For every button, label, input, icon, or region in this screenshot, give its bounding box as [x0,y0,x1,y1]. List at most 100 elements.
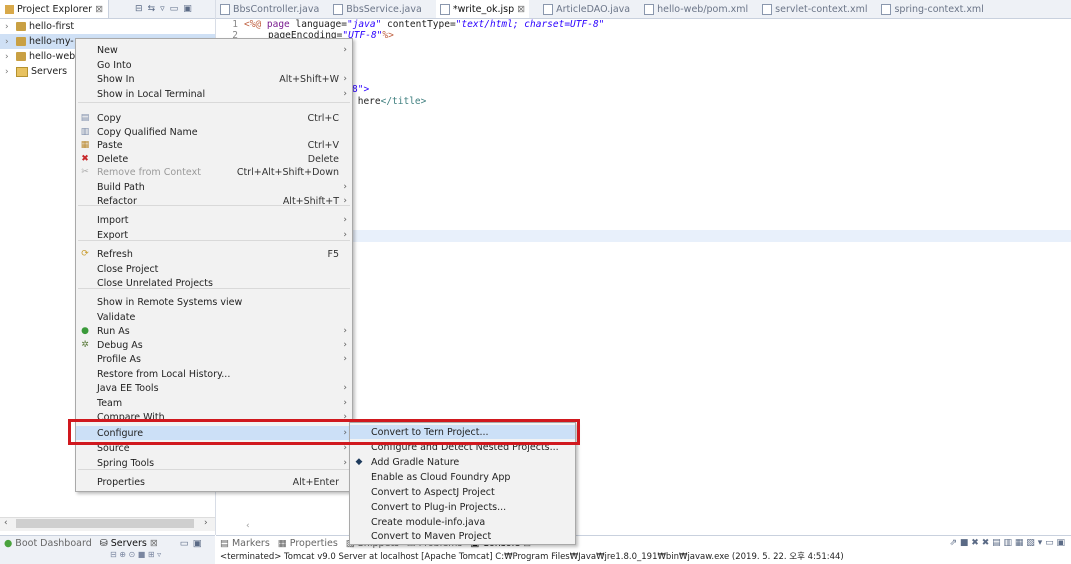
menu-item-close-project[interactable]: Close Project [76,262,352,276]
minimize-icon[interactable]: ▭ [170,4,179,14]
tab-label: *write_ok.jsp [452,3,515,15]
menu-item-label: Validate [97,311,136,323]
project-explorer-tab[interactable]: Project Explorer ⊠ [0,0,110,18]
menu-item-show-in-remote-systems-view[interactable]: Show in Remote Systems view [76,295,352,309]
menu-item-delete[interactable]: ✖ Delete Delete [76,152,352,166]
menu-item-copy[interactable]: ▤ Copy Ctrl+C [76,111,352,125]
publish-icon[interactable]: ⊞ [148,550,155,559]
tree-item-label: hello-my- [29,36,74,47]
maximize-icon[interactable]: ▣ [1056,538,1065,548]
menu-item-import[interactable]: Import › [76,213,352,227]
open-console-icon[interactable]: ▾ [1038,538,1043,548]
minimize-icon[interactable]: ▭ [1045,538,1054,548]
submenu-item-convert-to-maven-project[interactable]: Convert to Maven Project [350,529,575,543]
scroll-right-icon[interactable]: › [204,518,208,528]
chevron-right-icon: › [343,354,347,364]
pin-icon[interactable]: ⇗ [949,538,957,548]
menu-item-build-path[interactable]: Build Path › [76,180,352,194]
tree-item-hello-first[interactable]: › hello-first [0,19,215,34]
code-fragment: 8"> [352,84,370,95]
chevron-right-icon[interactable]: › [5,22,13,32]
console-toolbar: ⇗ ■ ✖ ✖ ▤ ▥ ▦ ▧ ▾ ▭ ▣ [949,538,1065,548]
show-stdout-icon[interactable]: ▦ [1015,538,1024,548]
submenu-item-add-gradle-nature[interactable]: ◆ Add Gradle Nature [350,455,575,469]
tab-markers[interactable]: ▤ Markers [220,538,270,549]
close-icon[interactable]: ⊠ [517,4,525,15]
menu-item-profile-as[interactable]: Profile As › [76,352,352,366]
tab-properties[interactable]: ▦ Properties [278,538,338,549]
menu-item-restore-from-local-history[interactable]: Restore from Local History... [76,367,352,381]
chevron-right-icon[interactable]: › [5,52,13,62]
word-wrap-icon[interactable]: ▥ [1004,538,1013,548]
menu-separator [78,205,350,206]
maximize-icon[interactable]: ▣ [183,4,192,14]
tab-servers[interactable]: ⛁ Servers ⊠ [100,538,158,549]
menu-item-paste[interactable]: ▦ Paste Ctrl+V [76,138,352,152]
scroll-left-icon[interactable]: ‹ [246,521,250,531]
menu-item-label: Java EE Tools [97,382,159,394]
stop-icon[interactable]: ■ [960,538,969,548]
jsp-directive: <%@ [244,19,262,30]
chevron-right-icon[interactable]: › [5,37,13,47]
submenu-item-convert-to-aspectj-project[interactable]: Convert to AspectJ Project [350,485,575,499]
minimize-icon[interactable]: ▭ [180,538,189,549]
scrollbar-thumb[interactable] [16,519,194,528]
menu-item-go-into[interactable]: Go Into [76,58,352,72]
close-icon[interactable]: ⊠ [95,4,103,15]
project-explorer-tabbar: Project Explorer ⊠ ⊟ ⇆ ▿ ▭ ▣ [0,0,215,19]
servers-panel: ● Boot Dashboard ⛁ Servers ⊠ ▭ ▣ ⊟ ⊕ ⊙ ■ ⊞ … [0,535,215,564]
submenu-item-create-module-info-java[interactable]: Create module-info.java [350,515,575,529]
profile-server-icon[interactable]: ⊙ [129,550,136,559]
java-file-icon [333,3,344,15]
menu-item-new[interactable]: New › [76,43,352,57]
menu-separator [78,288,350,289]
menu-item-spring-tools[interactable]: Spring Tools › [76,456,352,470]
menu-item-remove-from-context[interactable]: ✂ Remove from Context Ctrl+Alt+Shift+Down [76,165,352,179]
menu-item-java-ee-tools[interactable]: Java EE Tools › [76,381,352,395]
start-server-icon[interactable]: ⊕ [119,550,126,559]
tab-write-ok-jsp[interactable]: *write_ok.jsp ⊠ [435,0,530,18]
collapse-all-icon[interactable]: ⊟ [135,4,143,14]
xml-file-icon [881,3,892,15]
menu-item-label: Properties [97,476,146,488]
tab-spring-context[interactable]: spring-context.xml [881,3,984,15]
tab-bbscontroller[interactable]: BbsController.java [220,3,319,15]
menu-item-team[interactable]: Team › [76,396,352,410]
menu-item-properties[interactable]: Properties Alt+Enter [76,475,352,489]
tab-servlet-context[interactable]: servlet-context.xml [762,3,867,15]
submenu-item-enable-as-cloud-foundry-app[interactable]: Enable as Cloud Foundry App [350,470,575,484]
menu-item-show-in[interactable]: Show In Alt+Shift+W › [76,72,352,86]
editor-tabbar: BbsController.java BbsService.java *writ… [216,0,1071,19]
scroll-lock-icon[interactable]: ▤ [992,538,1001,548]
remove-launch-icon[interactable]: ✖ [971,538,979,548]
menu-item-copy-qualified-name[interactable]: ▥ Copy Qualified Name [76,125,352,139]
scroll-left-icon[interactable]: ‹ [4,518,8,528]
menu-item-label: Team [97,397,123,409]
chevron-right-icon: › [343,458,347,468]
chevron-right-icon: › [343,182,347,192]
console-panel: ▤Markers ▦Properties ▧Snippets ⚠Problems… [216,535,1071,564]
maximize-icon[interactable]: ▣ [193,538,202,549]
menu-item-label: Restore from Local History... [97,368,231,380]
debug-server-icon[interactable]: ⊟ [110,550,117,559]
chevron-right-icon: › [343,74,347,84]
view-menu-icon[interactable]: ▿ [157,550,161,559]
menu-item-validate[interactable]: Validate [76,310,352,324]
menu-item-shortcut: Ctrl+C [307,112,340,124]
tab-articledao[interactable]: ArticleDAO.java [543,3,630,15]
submenu-item-convert-to-plug-in-projects[interactable]: Convert to Plug-in Projects... [350,500,575,514]
link-editor-icon[interactable]: ⇆ [148,4,156,14]
menu-item-refresh[interactable]: ⟳ Refresh F5 [76,247,352,261]
stop-server-icon[interactable]: ■ [138,550,146,559]
remove-all-icon[interactable]: ✖ [982,538,990,548]
tab-bbsservice[interactable]: BbsService.java [333,3,422,15]
view-menu-icon[interactable]: ▿ [160,4,165,14]
close-icon[interactable]: ⊠ [150,538,158,549]
show-stderr-icon[interactable]: ▧ [1026,538,1035,548]
menu-item-run-as[interactable]: ● Run As › [76,324,352,338]
chevron-right-icon[interactable]: › [5,67,13,77]
menu-item-show-in-local-terminal[interactable]: Show in Local Terminal › [76,87,352,101]
tab-boot-dashboard[interactable]: ● Boot Dashboard [4,538,92,549]
tab-pom-xml[interactable]: hello-web/pom.xml [644,3,748,15]
menu-item-debug-as[interactable]: ✲ Debug As › [76,338,352,352]
